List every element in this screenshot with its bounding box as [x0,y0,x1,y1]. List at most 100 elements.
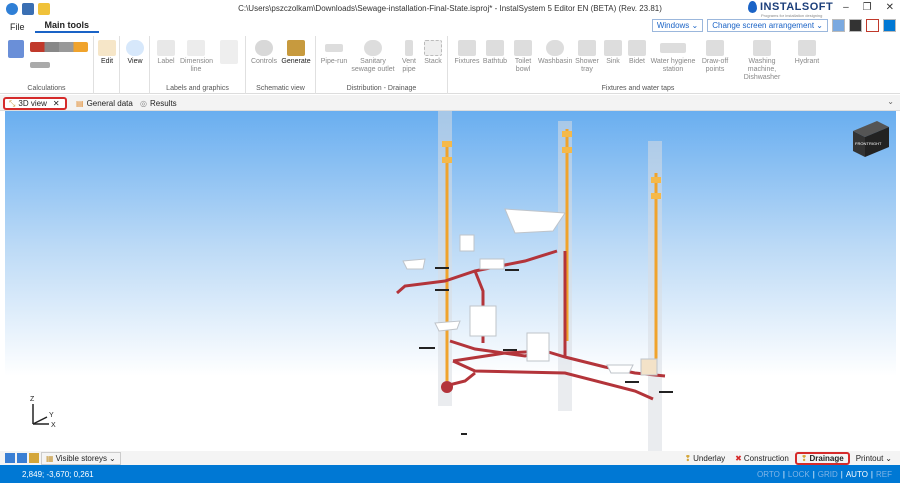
label-button[interactable]: Label [154,40,178,66]
tabs-overflow-icon[interactable]: ⌄ [887,97,894,106]
group-edit: Edit [94,36,120,94]
bottom-bar: ▦ Visible storeys ⌄ ❢ Underlay ✖ Construct… [0,451,900,465]
label-label: Label [157,58,175,65]
group-label-schematic-view: Schematic view [256,85,305,92]
shower-tray-label: Shower tray [575,58,599,73]
group-view: View [120,36,150,94]
dark-panel-icon[interactable] [849,19,862,32]
drainage-label: Drainage [809,453,844,463]
visible-storeys-dropdown[interactable]: ▦ Visible storeys ⌄ [41,451,121,465]
toilet-bowl-button[interactable]: Toilet bowl [510,40,536,74]
open-folder-icon[interactable] [38,3,50,15]
fixtures-icon [458,40,476,56]
generate-button[interactable]: Generate [280,40,312,66]
draw-off-points-button[interactable]: Draw-off points [698,40,732,74]
pipe-run-label: Pipe-run [320,58,348,65]
tab-general-data[interactable]: ▤ General data [72,97,137,110]
water-hygiene-icon [660,43,686,53]
3d-view-icon: ⤡ [9,98,16,108]
bidet-button[interactable]: Bidet [626,40,648,66]
label-icon [157,40,175,56]
printout-chevron-icon: ⌄ [885,453,892,463]
screen-arrangement-dropdown[interactable]: Change screen arrangement ⌄ [707,19,828,32]
water-hygiene-station-button[interactable]: Water hygiene station [650,40,696,74]
controls-label: Controls [250,58,278,65]
washing-machine-icon [753,40,771,56]
pipe-run-button[interactable]: Pipe-run [320,40,348,66]
fixtures-button[interactable]: Fixtures [454,40,480,66]
title-bar: C:\Users\pszczolkam\Downloads\Sewage-ins… [0,0,900,18]
logo-drop-icon [748,1,757,13]
edit-label: Edit [100,58,114,65]
tab-results[interactable]: ◎ Results [136,97,181,110]
menu-file[interactable]: File [0,22,35,32]
group-calculations: Calculations [0,36,94,94]
text-graphics-button[interactable] [216,40,242,66]
sanitary-sewage-outlet-button[interactable]: Sanitary sewage outlet [350,40,396,74]
calc-small-icon[interactable] [30,62,50,70]
sink-button[interactable]: Sink [602,40,624,66]
group-label-labels-graphics: Labels and graphics [166,85,229,92]
layer-switches: ❢ Underlay ✖ Construction ❢ Drainage Printo… [680,451,896,465]
status-bar: 2,849; -3,670; 0,261 ORTO | LOCK | GRID | A… [0,465,900,483]
layer-construction[interactable]: ✖ Construction [731,452,793,465]
flag-lock[interactable]: LOCK [788,470,810,479]
vent-pipes [445,129,658,381]
group-schematic-view: Controls Generate Schematic view [246,36,316,94]
controls-button[interactable]: Controls [250,40,278,66]
tab-3d-view[interactable]: ⤡ 3D view ✕ [3,97,67,110]
scissors-icon [98,40,116,56]
sink-label: Sink [606,58,620,65]
help-icon[interactable] [866,19,879,32]
washbasin-button[interactable]: Washbasin [538,40,572,66]
cursor-coordinates: 2,849; -3,670; 0,261 [22,469,94,479]
minimize-button[interactable]: – [843,2,849,13]
close-tab-icon[interactable]: ✕ [53,99,60,108]
close-button[interactable]: ✕ [886,2,894,13]
washing-machine-button[interactable]: Washing machine, Dishwasher [734,40,790,82]
storey-filter-icon[interactable] [29,453,39,463]
visible-storeys-label: Visible storeys [55,453,107,463]
flag-ref[interactable]: REF [876,470,892,479]
document-tabs: ⤡ 3D view ✕ ▤ General data ◎ Results ⌄ [0,95,900,111]
chevron-down-icon: ⌄ [109,453,116,463]
right-toolbar: Windows ⌄ Change screen arrangement ⌄ [651,19,896,32]
group-labels-graphics: Label Dimension line Labels and graphics [150,36,246,94]
dimension-line-label: Dimension line [180,58,214,73]
view-cube[interactable]: FRONT RIGHT [853,121,889,157]
calculations-table-icon[interactable] [8,40,24,60]
vent-pipe-button[interactable]: Vent pipe [398,40,420,74]
general-data-icon: ▤ [76,99,84,108]
flag-auto[interactable]: AUTO [846,470,868,479]
sanitary-outlet-icon [364,40,382,56]
layer-underlay[interactable]: ❢ Underlay [680,452,729,465]
stack-button[interactable]: Stack [422,40,444,66]
layer-printout[interactable]: Printout ⌄ [852,452,896,465]
bathtub-icon [486,40,504,56]
layout-icon[interactable] [832,19,845,32]
group-distribution-drainage: Pipe-run Sanitary sewage outlet Vent pip… [316,36,448,94]
3d-viewport[interactable]: FRONT RIGHT Z Y X [5,111,896,451]
tab-3d-view-label: 3D view [18,99,47,108]
view-button[interactable]: View [125,40,145,66]
collapse-ribbon-icon[interactable] [883,19,896,32]
axis-triad: Z Y X [30,396,56,429]
hydrant-button[interactable]: Hydrant [792,40,822,66]
calc-tools-icon[interactable] [30,42,88,54]
drainage-icon: ❢ [800,453,808,463]
underlay-label: Underlay [693,453,726,463]
bathtub-button[interactable]: Bathtub [482,40,508,66]
shower-tray-button[interactable]: Shower tray [574,40,600,74]
flag-grid[interactable]: GRID [818,470,838,479]
storey-down-icon[interactable] [17,453,27,463]
menu-main-tools[interactable]: Main tools [34,20,100,33]
layer-drainage[interactable]: ❢ Drainage [794,451,850,465]
group-label-fixtures-taps: Fixtures and water taps [601,85,675,92]
windows-dropdown[interactable]: Windows ⌄ [651,19,704,32]
save-icon[interactable] [22,3,34,15]
dimension-line-button[interactable]: Dimension line [180,40,214,74]
flag-orto[interactable]: ORTO [757,470,780,479]
edit-button[interactable]: Edit [97,40,117,66]
restore-button[interactable]: ❐ [863,2,872,13]
storey-up-icon[interactable] [5,453,15,463]
